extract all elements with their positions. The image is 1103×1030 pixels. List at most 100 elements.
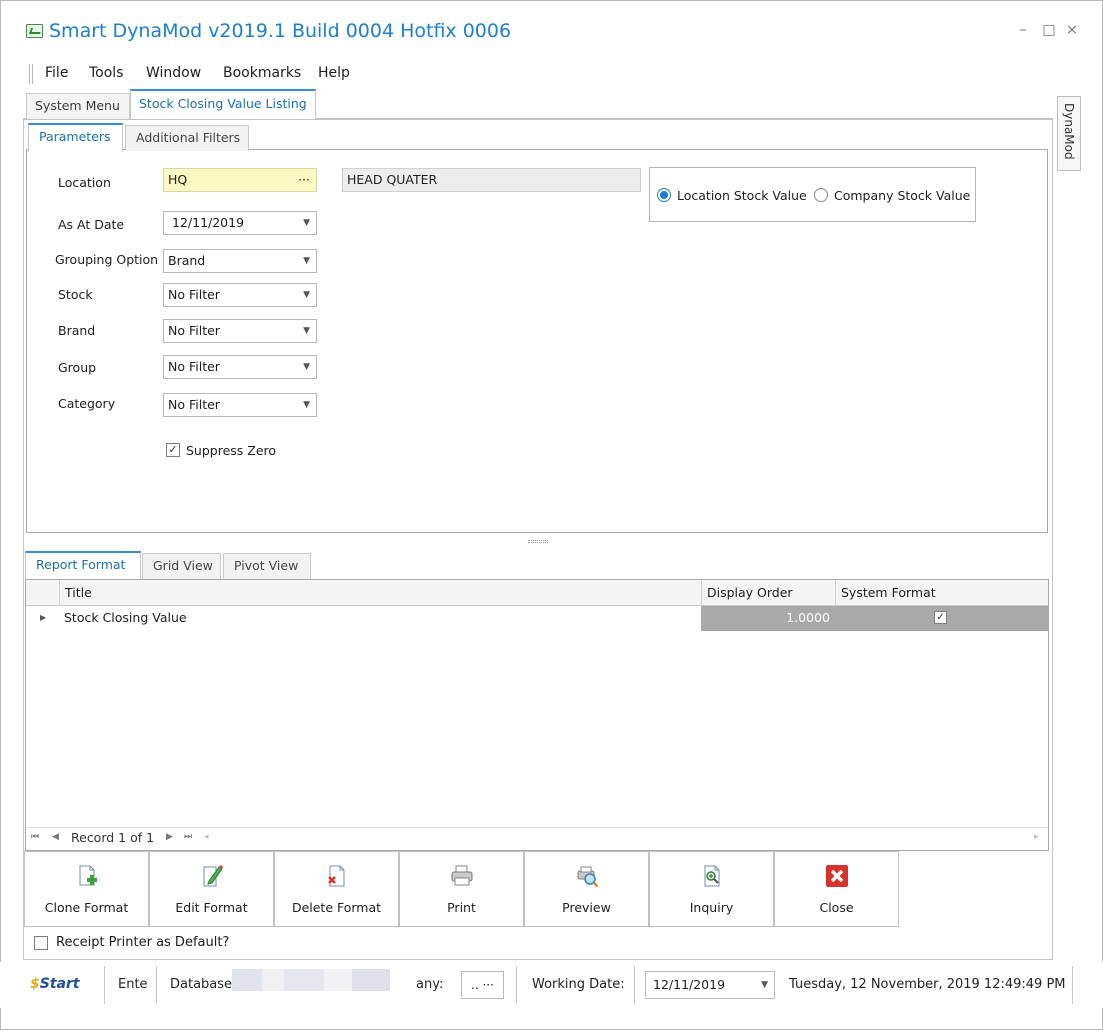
company-label: any: xyxy=(416,977,444,992)
working-date-value: 12/11/2019 xyxy=(653,977,726,992)
receipt-printer-label[interactable]: Receipt Printer as Default? xyxy=(56,935,229,950)
chevron-down-icon[interactable]: ▼ xyxy=(303,212,310,234)
chevron-down-icon[interactable]: ▼ xyxy=(303,356,310,378)
radio-company-stock-value-label[interactable]: Company Stock Value xyxy=(834,188,970,203)
cell-system-format[interactable]: ✓ xyxy=(835,606,1048,631)
system-format-checkbox[interactable]: ✓ xyxy=(934,611,947,624)
menu-grip[interactable] xyxy=(29,64,33,84)
working-date-picker[interactable]: 12/11/2019 ▼ xyxy=(645,971,775,999)
menu-tools[interactable]: Tools xyxy=(89,65,124,81)
location-label: Location xyxy=(58,175,111,190)
suppress-zero-checkbox[interactable]: ✓ xyxy=(166,443,180,457)
suppress-zero-label[interactable]: Suppress Zero xyxy=(186,443,276,458)
tab-parameters[interactable]: Parameters xyxy=(28,123,123,152)
location-ellipsis-button[interactable]: ··· xyxy=(298,169,310,191)
menu-window[interactable]: Window xyxy=(146,65,201,81)
cell-display-order[interactable]: 1.0000 xyxy=(701,606,835,631)
start-logo-text: Start xyxy=(39,976,80,992)
printer-icon xyxy=(451,865,472,886)
group-select[interactable]: No Filter ▼ xyxy=(163,355,317,379)
category-value: No Filter xyxy=(168,397,220,412)
database-value-redacted xyxy=(284,969,324,991)
brand-select[interactable]: No Filter ▼ xyxy=(163,319,317,343)
status-separator xyxy=(516,966,517,1004)
delete-format-label: Delete Format xyxy=(291,900,382,915)
next-record-icon[interactable]: ▶ xyxy=(166,832,173,842)
tab-additional-filters[interactable]: Additional Filters xyxy=(125,125,249,151)
close-button[interactable]: Close xyxy=(774,851,899,927)
previous-record-icon[interactable]: ◀ xyxy=(52,832,59,842)
location-description: HEAD QUATER xyxy=(342,168,641,192)
minimize-button[interactable]: – xyxy=(1015,22,1031,38)
radio-company-stock-value[interactable] xyxy=(814,188,828,202)
chevron-down-icon[interactable]: ▼ xyxy=(303,394,310,416)
inquiry-icon xyxy=(704,865,719,887)
delete-format-icon xyxy=(327,865,344,887)
preview-button[interactable]: Preview xyxy=(524,851,649,927)
as-at-date-picker[interactable]: 12/11/2019 ▼ xyxy=(163,211,317,235)
column-header-system-format[interactable]: System Format xyxy=(835,580,1048,606)
column-header-display-order[interactable]: Display Order xyxy=(701,580,835,606)
grouping-option-value: Brand xyxy=(168,253,206,268)
tab-stock-closing-value-listing[interactable]: Stock Closing Value Listing xyxy=(130,89,316,119)
panel-splitter[interactable] xyxy=(528,540,548,543)
database-value-redacted xyxy=(324,969,352,991)
edit-format-button[interactable]: Edit Format xyxy=(149,851,274,927)
chevron-down-icon[interactable]: ▼ xyxy=(761,972,768,998)
edit-format-icon xyxy=(203,865,223,887)
status-separator xyxy=(104,966,105,1004)
company-select-button[interactable]: .. ··· xyxy=(461,971,504,999)
window-title: Smart DynaMod v2019.1 Build 0004 Hotfix … xyxy=(49,20,512,42)
first-record-icon[interactable]: ⏮ xyxy=(31,832,39,842)
enterprise-text: Ente xyxy=(118,977,148,992)
category-label: Category xyxy=(58,396,116,411)
start-logo[interactable]: $Start xyxy=(30,976,80,992)
close-label: Close xyxy=(819,900,854,915)
tab-report-format[interactable]: Report Format xyxy=(25,551,141,580)
chevron-down-icon[interactable]: ▼ xyxy=(303,250,310,272)
app-logo-icon xyxy=(26,24,43,38)
radio-location-stock-value[interactable] xyxy=(657,188,671,202)
column-header-title[interactable]: Title xyxy=(59,580,701,606)
record-count-text: Record 1 of 1 xyxy=(71,830,155,845)
grouping-option-label: Grouping Option xyxy=(55,252,159,267)
chevron-down-icon[interactable]: ▼ xyxy=(303,320,310,342)
menu-help[interactable]: Help xyxy=(318,65,350,81)
brand-label: Brand xyxy=(58,323,96,338)
database-label: Database: xyxy=(170,977,237,992)
side-tab-label: DynaMod xyxy=(1062,103,1076,160)
tab-pivot-view[interactable]: Pivot View xyxy=(223,553,311,579)
clone-format-button[interactable]: Clone Format xyxy=(24,851,149,927)
scroll-left-icon[interactable]: ◂ xyxy=(204,832,209,842)
maximize-button[interactable]: □ xyxy=(1041,22,1057,38)
group-value: No Filter xyxy=(168,359,220,374)
cell-title[interactable]: Stock Closing Value xyxy=(64,606,694,631)
chevron-down-icon[interactable]: ▼ xyxy=(303,284,310,306)
menu-bookmarks[interactable]: Bookmarks xyxy=(223,65,301,81)
brand-value: No Filter xyxy=(168,323,220,338)
clone-format-label: Clone Format xyxy=(44,900,129,915)
scroll-right-icon[interactable]: ▸ xyxy=(1034,832,1039,842)
radio-location-stock-value-label[interactable]: Location Stock Value xyxy=(677,188,807,203)
print-label: Print xyxy=(447,900,476,915)
status-separator xyxy=(634,966,635,1004)
as-at-date-value: 12/11/2019 xyxy=(172,215,245,230)
grouping-option-select[interactable]: Brand ▼ xyxy=(163,249,317,273)
inquiry-button[interactable]: Inquiry xyxy=(649,851,774,927)
stock-label: Stock xyxy=(58,287,93,302)
edit-format-label: Edit Format xyxy=(175,900,248,915)
location-input[interactable]: HQ ··· xyxy=(163,168,317,192)
receipt-printer-checkbox[interactable] xyxy=(34,936,48,950)
tab-system-menu[interactable]: System Menu xyxy=(26,93,130,119)
stock-select[interactable]: No Filter ▼ xyxy=(163,283,317,307)
last-record-icon[interactable]: ⏭ xyxy=(184,832,192,842)
delete-format-button[interactable]: Delete Format xyxy=(274,851,399,927)
print-button[interactable]: Print xyxy=(399,851,524,927)
close-window-button[interactable]: × xyxy=(1064,22,1080,38)
tab-grid-view[interactable]: Grid View xyxy=(142,553,221,579)
preview-label: Preview xyxy=(562,900,611,915)
status-separator xyxy=(1072,966,1073,1004)
menu-file[interactable]: File xyxy=(45,65,68,81)
category-select[interactable]: No Filter ▼ xyxy=(163,393,317,417)
side-tab-dynamod[interactable]: DynaMod xyxy=(1057,96,1081,171)
